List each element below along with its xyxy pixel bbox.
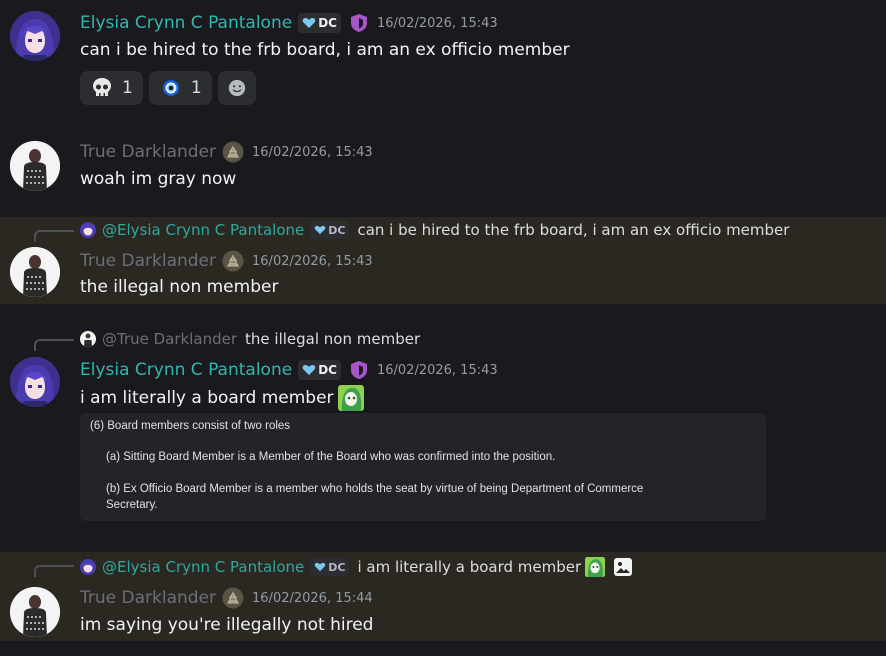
author-name[interactable]: Elysia Crynn C Pantalone xyxy=(80,360,292,380)
character-icon xyxy=(10,247,60,297)
reply-avatar xyxy=(80,559,96,575)
message-1: Elysia Crynn C Pantalone DC 16/02/2026, … xyxy=(0,0,886,120)
message-5: @Elysia Crynn C Pantalone DC i am litera… xyxy=(0,552,886,641)
reply-author[interactable]: @True Darklander xyxy=(102,330,237,348)
anime-girl-icon xyxy=(10,11,60,61)
reply-preview[interactable]: @Elysia Crynn C Pantalone DC i am litera… xyxy=(80,557,633,577)
message-header: True Darklander 16/02/2026, 15:44 xyxy=(80,587,373,609)
character-icon xyxy=(10,587,60,637)
reactions: 1 1 xyxy=(80,71,256,105)
reply-preview[interactable]: @Elysia Crynn C Pantalone DC can i be hi… xyxy=(80,220,789,240)
timestamp: 16/02/2026, 15:43 xyxy=(376,362,498,378)
message-2: True Darklander 16/02/2026, 15:43 woah i… xyxy=(0,130,886,205)
message-text: the illegal non member xyxy=(80,277,279,297)
image-attachment-icon xyxy=(614,558,633,576)
heart-icon xyxy=(314,225,326,235)
capitol-badge-icon[interactable] xyxy=(222,250,244,272)
avatar[interactable] xyxy=(10,141,60,191)
author-name[interactable]: Elysia Crynn C Pantalone xyxy=(80,13,292,33)
reaction-count: 1 xyxy=(190,78,202,98)
message-text: i am literally a board member xyxy=(80,385,364,411)
reply-text[interactable]: i am literally a board member xyxy=(357,558,581,576)
heart-icon xyxy=(302,365,316,375)
server-tag: DC xyxy=(310,221,350,239)
reply-avatar xyxy=(80,331,96,347)
image-line-2: (a) Sitting Board Member is a Member of … xyxy=(106,451,556,463)
reply-spine xyxy=(34,339,74,351)
message-header: Elysia Crynn C Pantalone DC 16/02/2026, … xyxy=(80,12,498,34)
capitol-badge-icon[interactable] xyxy=(222,141,244,163)
add-reaction-button[interactable] xyxy=(217,71,256,105)
message-header: True Darklander 16/02/2026, 15:43 xyxy=(80,250,373,272)
reply-spine xyxy=(34,230,74,242)
heart-icon xyxy=(314,562,326,572)
author-name[interactable]: True Darklander xyxy=(80,251,216,271)
reaction-eye[interactable]: 1 xyxy=(148,71,212,105)
capitol-badge-icon[interactable] xyxy=(222,587,244,609)
avatar[interactable] xyxy=(10,357,60,407)
image-line-1: (6) Board members consist of two roles xyxy=(90,420,291,432)
message-header: True Darklander 16/02/2026, 15:43 xyxy=(80,141,373,163)
avatar[interactable] xyxy=(10,587,60,637)
message-text: im saying you're illegally not hired xyxy=(80,615,374,635)
reply-author[interactable]: @Elysia Crynn C Pantalone xyxy=(102,221,304,239)
message-4: @True Darklander the illegal non member … xyxy=(0,326,886,536)
green-character-emoji-icon xyxy=(337,385,364,411)
reply-author[interactable]: @Elysia Crynn C Pantalone xyxy=(102,558,304,576)
image-line-4: Secretary. xyxy=(106,499,158,511)
anime-girl-icon xyxy=(80,222,96,238)
smile-icon xyxy=(228,79,245,97)
author-name[interactable]: True Darklander xyxy=(80,142,216,162)
avatar[interactable] xyxy=(10,11,60,61)
message-3: @Elysia Crynn C Pantalone DC can i be hi… xyxy=(0,217,886,304)
timestamp: 16/02/2026, 15:43 xyxy=(376,15,498,31)
anime-girl-icon xyxy=(10,357,60,407)
message-header: Elysia Crynn C Pantalone DC 16/02/2026, … xyxy=(80,359,498,381)
shield-icon[interactable] xyxy=(349,360,369,380)
shield-icon[interactable] xyxy=(349,13,369,33)
server-tag[interactable]: DC xyxy=(298,13,341,33)
author-name[interactable]: True Darklander xyxy=(80,588,216,608)
reaction-count: 1 xyxy=(122,78,133,98)
timestamp: 16/02/2026, 15:44 xyxy=(252,590,373,606)
message-text: woah im gray now xyxy=(80,169,237,189)
image-line-3: (b) Ex Officio Board Member is a member … xyxy=(106,483,644,495)
heart-icon xyxy=(302,18,316,28)
eye-emoji-icon xyxy=(162,80,179,96)
character-icon xyxy=(10,141,60,191)
reply-text[interactable]: the illegal non member xyxy=(245,330,420,348)
server-tag[interactable]: DC xyxy=(298,360,341,380)
reply-spine xyxy=(34,565,74,577)
reaction-skull[interactable]: 1 xyxy=(80,71,143,105)
timestamp: 16/02/2026, 15:43 xyxy=(252,253,373,269)
character-icon xyxy=(80,331,96,347)
server-tag: DC xyxy=(310,558,350,576)
reply-text[interactable]: can i be hired to the frb board, i am an… xyxy=(357,221,789,239)
message-text: can i be hired to the frb board, i am an… xyxy=(80,40,570,60)
timestamp: 16/02/2026, 15:43 xyxy=(252,144,373,160)
attached-image[interactable]: (6) Board members consist of two roles (… xyxy=(80,413,766,521)
green-character-emoji-icon xyxy=(585,557,606,577)
reply-avatar xyxy=(80,222,96,238)
reply-preview[interactable]: @True Darklander the illegal non member xyxy=(80,329,420,349)
avatar[interactable] xyxy=(10,247,60,297)
skull-emoji-icon xyxy=(93,78,111,96)
anime-girl-icon xyxy=(80,559,96,575)
